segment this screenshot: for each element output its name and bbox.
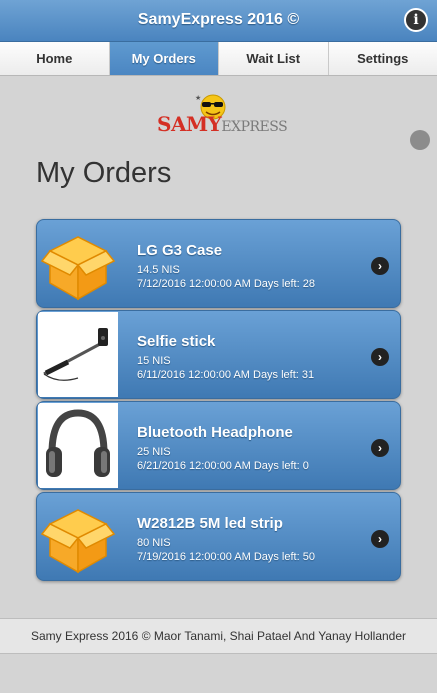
order-price: 14.5 NIS [137, 264, 180, 276]
order-name: LG G3 Case [137, 242, 223, 259]
order-item[interactable]: Selfie stick 15 NIS 6/11/2016 12:00:00 A… [36, 310, 401, 399]
page-title: My Orders [36, 157, 172, 189]
tab-my-orders[interactable]: My Orders [109, 42, 219, 75]
app-header: SamyExpress 2016 © i [0, 0, 437, 42]
tab-settings[interactable]: Settings [328, 42, 437, 75]
chevron-right-icon[interactable]: › [371, 439, 389, 457]
order-dates: 7/12/2016 12:00:00 AM Days left: 28 [137, 278, 315, 290]
scroll-indicator[interactable] [410, 130, 430, 150]
order-name: W2812B 5M led strip [137, 515, 283, 532]
order-price: 80 NIS [137, 537, 171, 549]
info-icon[interactable]: i [404, 8, 428, 32]
selfie-stick-photo [38, 312, 118, 397]
nav-bar: Home My Orders Wait List Settings [0, 42, 437, 76]
tab-wait-list[interactable]: Wait List [219, 42, 329, 75]
samyexpress-logo: ★ SAMYEXPRESS [155, 90, 288, 136]
app-title: SamyExpress 2016 © [137, 11, 300, 28]
tab-home[interactable]: Home [0, 42, 110, 75]
headphone-photo [38, 403, 118, 488]
order-name: Bluetooth Headphone [137, 424, 293, 441]
chevron-right-icon[interactable]: › [371, 530, 389, 548]
order-name: Selfie stick [137, 333, 216, 350]
package-icon [38, 221, 118, 306]
order-dates: 6/21/2016 12:00:00 AM Days left: 0 [137, 460, 309, 472]
order-item[interactable]: LG G3 Case 14.5 NIS 7/12/2016 12:00:00 A… [36, 219, 401, 308]
order-dates: 6/11/2016 12:00:00 AM Days left: 31 [137, 369, 315, 381]
footer-credits: Samy Express 2016 © Maor Tanami, Shai Pa… [0, 618, 437, 654]
order-item[interactable]: Bluetooth Headphone 25 NIS 6/21/2016 12:… [36, 401, 401, 490]
svg-text:★: ★ [195, 94, 201, 102]
order-price: 15 NIS [137, 355, 171, 367]
brand-wordmark: SAMYEXPRESS [157, 112, 288, 136]
order-price: 25 NIS [137, 446, 171, 458]
order-item[interactable]: W2812B 5M led strip 80 NIS 7/19/2016 12:… [36, 492, 401, 581]
package-icon [38, 494, 118, 579]
order-dates: 7/19/2016 12:00:00 AM Days left: 50 [137, 551, 315, 563]
chevron-right-icon[interactable]: › [371, 257, 389, 275]
chevron-right-icon[interactable]: › [371, 348, 389, 366]
